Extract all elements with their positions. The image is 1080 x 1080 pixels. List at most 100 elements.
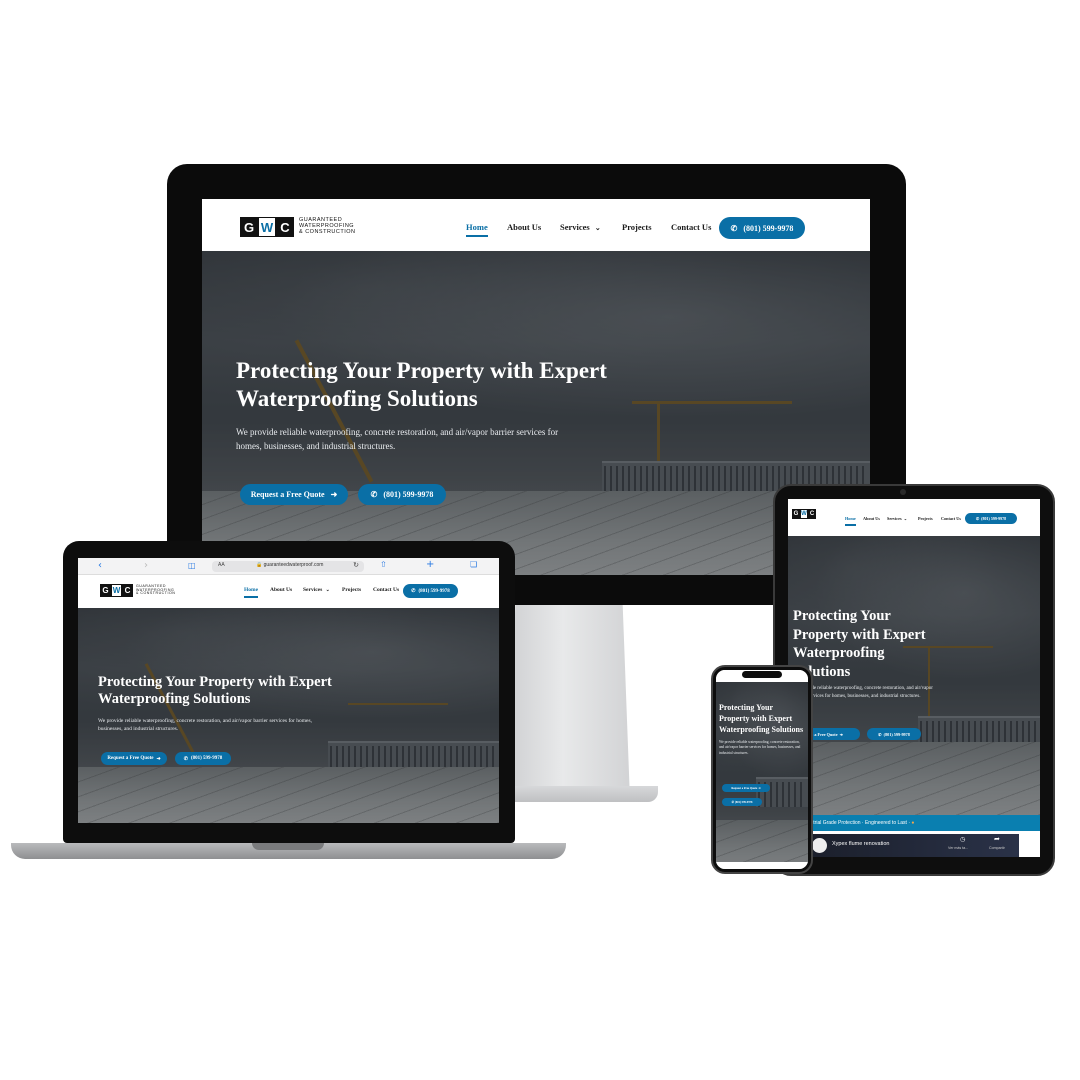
hero-phone-button[interactable]: ✆ (801) 599-9978 [358,484,446,505]
site-logo[interactable]: G W C GUARANTEED WATERPROOFING & CONSTRU… [240,217,356,237]
share-icon: ➦ [994,835,1000,843]
text-size-button[interactable]: AA [218,562,225,568]
phone-icon: ✆ [975,516,980,521]
nav-services-label: Services [887,516,902,521]
url-text: 🔒 guaranteedwaterproof.com [256,562,323,568]
hero-title: Protecting Your Property with Expert Wat… [98,674,332,708]
logo-letter-c: C [122,584,133,597]
logo-tagline: GUARANTEED WATERPROOFING & CONSTRUCTION [136,584,176,596]
header-phone-label: (801) 599-9978 [743,223,794,233]
hero-content: Protecting Your Property with Expert Wat… [236,357,616,454]
desktop-screen: G W C GUARANTEED WATERPROOFING & CONSTRU… [202,199,870,575]
phone-icon: ✆ [183,756,188,762]
site-header: G W C GUARANTEED WATERPROOFING & CONSTRU… [78,575,499,608]
logo-letter-c: C [276,217,294,237]
browser-toolbar: ‹ › ◫ AA 🔒 guaranteedwaterproof.com ↻ ⇧ … [78,558,499,575]
phone-bottom-bar [716,862,808,869]
site-logo[interactable]: G W C [792,509,816,519]
logo-letter-c: C [808,509,816,519]
hero-phone-label: (801) 599-9978 [190,756,223,761]
reload-icon[interactable]: ↻ [353,561,359,569]
nav-home[interactable]: Home [244,587,259,598]
channel-avatar [812,838,827,853]
nav-services[interactable]: Services ⌄ [887,516,907,521]
header-phone-button[interactable]: ✆ (801) 599-9978 [403,584,458,598]
nav-home[interactable]: Home [845,516,856,526]
nav-contact-us[interactable]: Contact Us [941,516,961,521]
header-phone-label: (801) 599-9978 [418,588,450,594]
site-logo[interactable]: G W C GUARANTEED WATERPROOFING & CONSTRU… [100,584,175,597]
tagline-line: & CONSTRUCTION [299,228,356,235]
hero-phone-label: (801) 599-9978 [883,731,910,737]
video-title: Xypex flume renovation [832,841,890,847]
hero-phone-button[interactable]: ✆ (801) 599-9978 [722,798,762,806]
request-quote-button[interactable]: Request a Free Quote ➜ [240,484,348,505]
phone-icon: ✆ [878,731,882,737]
nav-home[interactable]: Home [466,222,488,237]
header-phone-button[interactable]: ✆ (801) 599-9978 [719,217,805,239]
url-value: guaranteedwaterproof.com [263,562,324,568]
logo-letter-g: G [100,584,111,597]
tabs-icon[interactable]: ❏ [470,560,477,569]
video-embed[interactable]: Xypex flume renovation ◷ Ver más ta... ➦… [808,834,1019,857]
nav-about-us[interactable]: About Us [863,516,880,521]
header-phone-label: (801) 599-9978 [981,516,1007,521]
nav-about-us[interactable]: About Us [507,222,541,232]
tagline-line: & CONSTRUCTION [136,591,176,596]
hero-content: Protecting Your Property with Expert Wat… [719,702,805,756]
hero-description: We provide reliable waterproofing, concr… [793,686,933,699]
hero-content: Protecting Your Property with Expert Wat… [793,607,943,701]
hero-description: We provide reliable waterproofing, concr… [98,717,312,733]
hero-title: Protecting Your Property with Expert Wat… [236,358,607,411]
nav-contact-us[interactable]: Contact Us [373,587,399,593]
book-icon[interactable]: ◫ [188,561,196,570]
nav-projects[interactable]: Projects [342,587,361,593]
arrow-right-icon: ➜ [156,756,161,762]
hero-description: We provide reliable waterproofing, concr… [236,427,559,452]
chevron-down-icon: ⌄ [325,588,330,593]
hero-phone-button[interactable]: ✆ (801) 599-9978 [867,728,921,740]
clock-icon: ◷ [960,836,966,843]
hero-content: Protecting Your Property with Expert Wat… [98,674,338,734]
hero-title: Protecting Your Property with Expert Wat… [793,608,926,680]
forward-icon[interactable]: › [144,560,148,571]
hero-title: Protecting Your Property with Expert Wat… [719,703,804,735]
phone-notch [742,671,782,678]
nav-projects[interactable]: Projects [622,222,652,232]
site-header: G W C GUARANTEED WATERPROOFING & CONSTRU… [202,199,870,251]
request-quote-label: Request a Free Quote [731,786,758,790]
share-icon[interactable]: ⇧ [380,560,387,569]
hero-phone-label: (801) 599-9978 [734,800,753,804]
arrow-right-icon: ➜ [758,787,761,790]
request-quote-label: Request a Free Quote [107,756,154,761]
phone-screen: Protecting Your Property with Expert Wat… [716,670,808,869]
chevron-down-icon: ⌄ [594,224,601,232]
nav-contact-us[interactable]: Contact Us [671,222,711,232]
chevron-down-icon: ⌄ [903,516,908,521]
nav-services-label: Services [303,587,323,593]
back-icon[interactable]: ‹ [98,560,102,571]
feature-banner: ustrial Grade Protection · Engineered to… [788,815,1040,831]
phone-icon: ✆ [370,490,378,499]
badge-icon: ● [911,820,915,826]
request-quote-button[interactable]: Request a Free Quote ➜ [101,752,167,765]
site-header: G W C Home About Us Services ⌄ Projects … [788,499,1040,536]
logo-letter-w: W [800,509,808,519]
request-quote-button[interactable]: Request a Free Quote ➜ [722,784,770,792]
banner-text: ustrial Grade Protection · Engineered to… [808,820,910,826]
address-bar[interactable]: AA 🔒 guaranteedwaterproof.com ↻ [212,561,364,572]
nav-projects[interactable]: Projects [918,516,933,521]
hero-phone-button[interactable]: ✆ (801) 599-9978 [175,752,231,765]
logo-letter-g: G [240,217,258,237]
new-tab-icon[interactable]: + [426,559,434,570]
share-label[interactable]: Compartir [989,846,1005,850]
nav-services[interactable]: Services ⌄ [303,587,330,593]
header-phone-button[interactable]: ✆ (801) 599-9978 [965,513,1017,524]
laptop-notch [252,843,324,850]
nav-about-us[interactable]: About Us [270,587,292,593]
hero-description: We provide reliable waterproofing, concr… [719,739,801,755]
hero-phone-label: (801) 599-9978 [383,490,434,499]
nav-services[interactable]: Services ⌄ [560,222,601,232]
logo-letter-w: W [111,584,122,597]
watch-later-label[interactable]: Ver más ta... [948,846,968,850]
